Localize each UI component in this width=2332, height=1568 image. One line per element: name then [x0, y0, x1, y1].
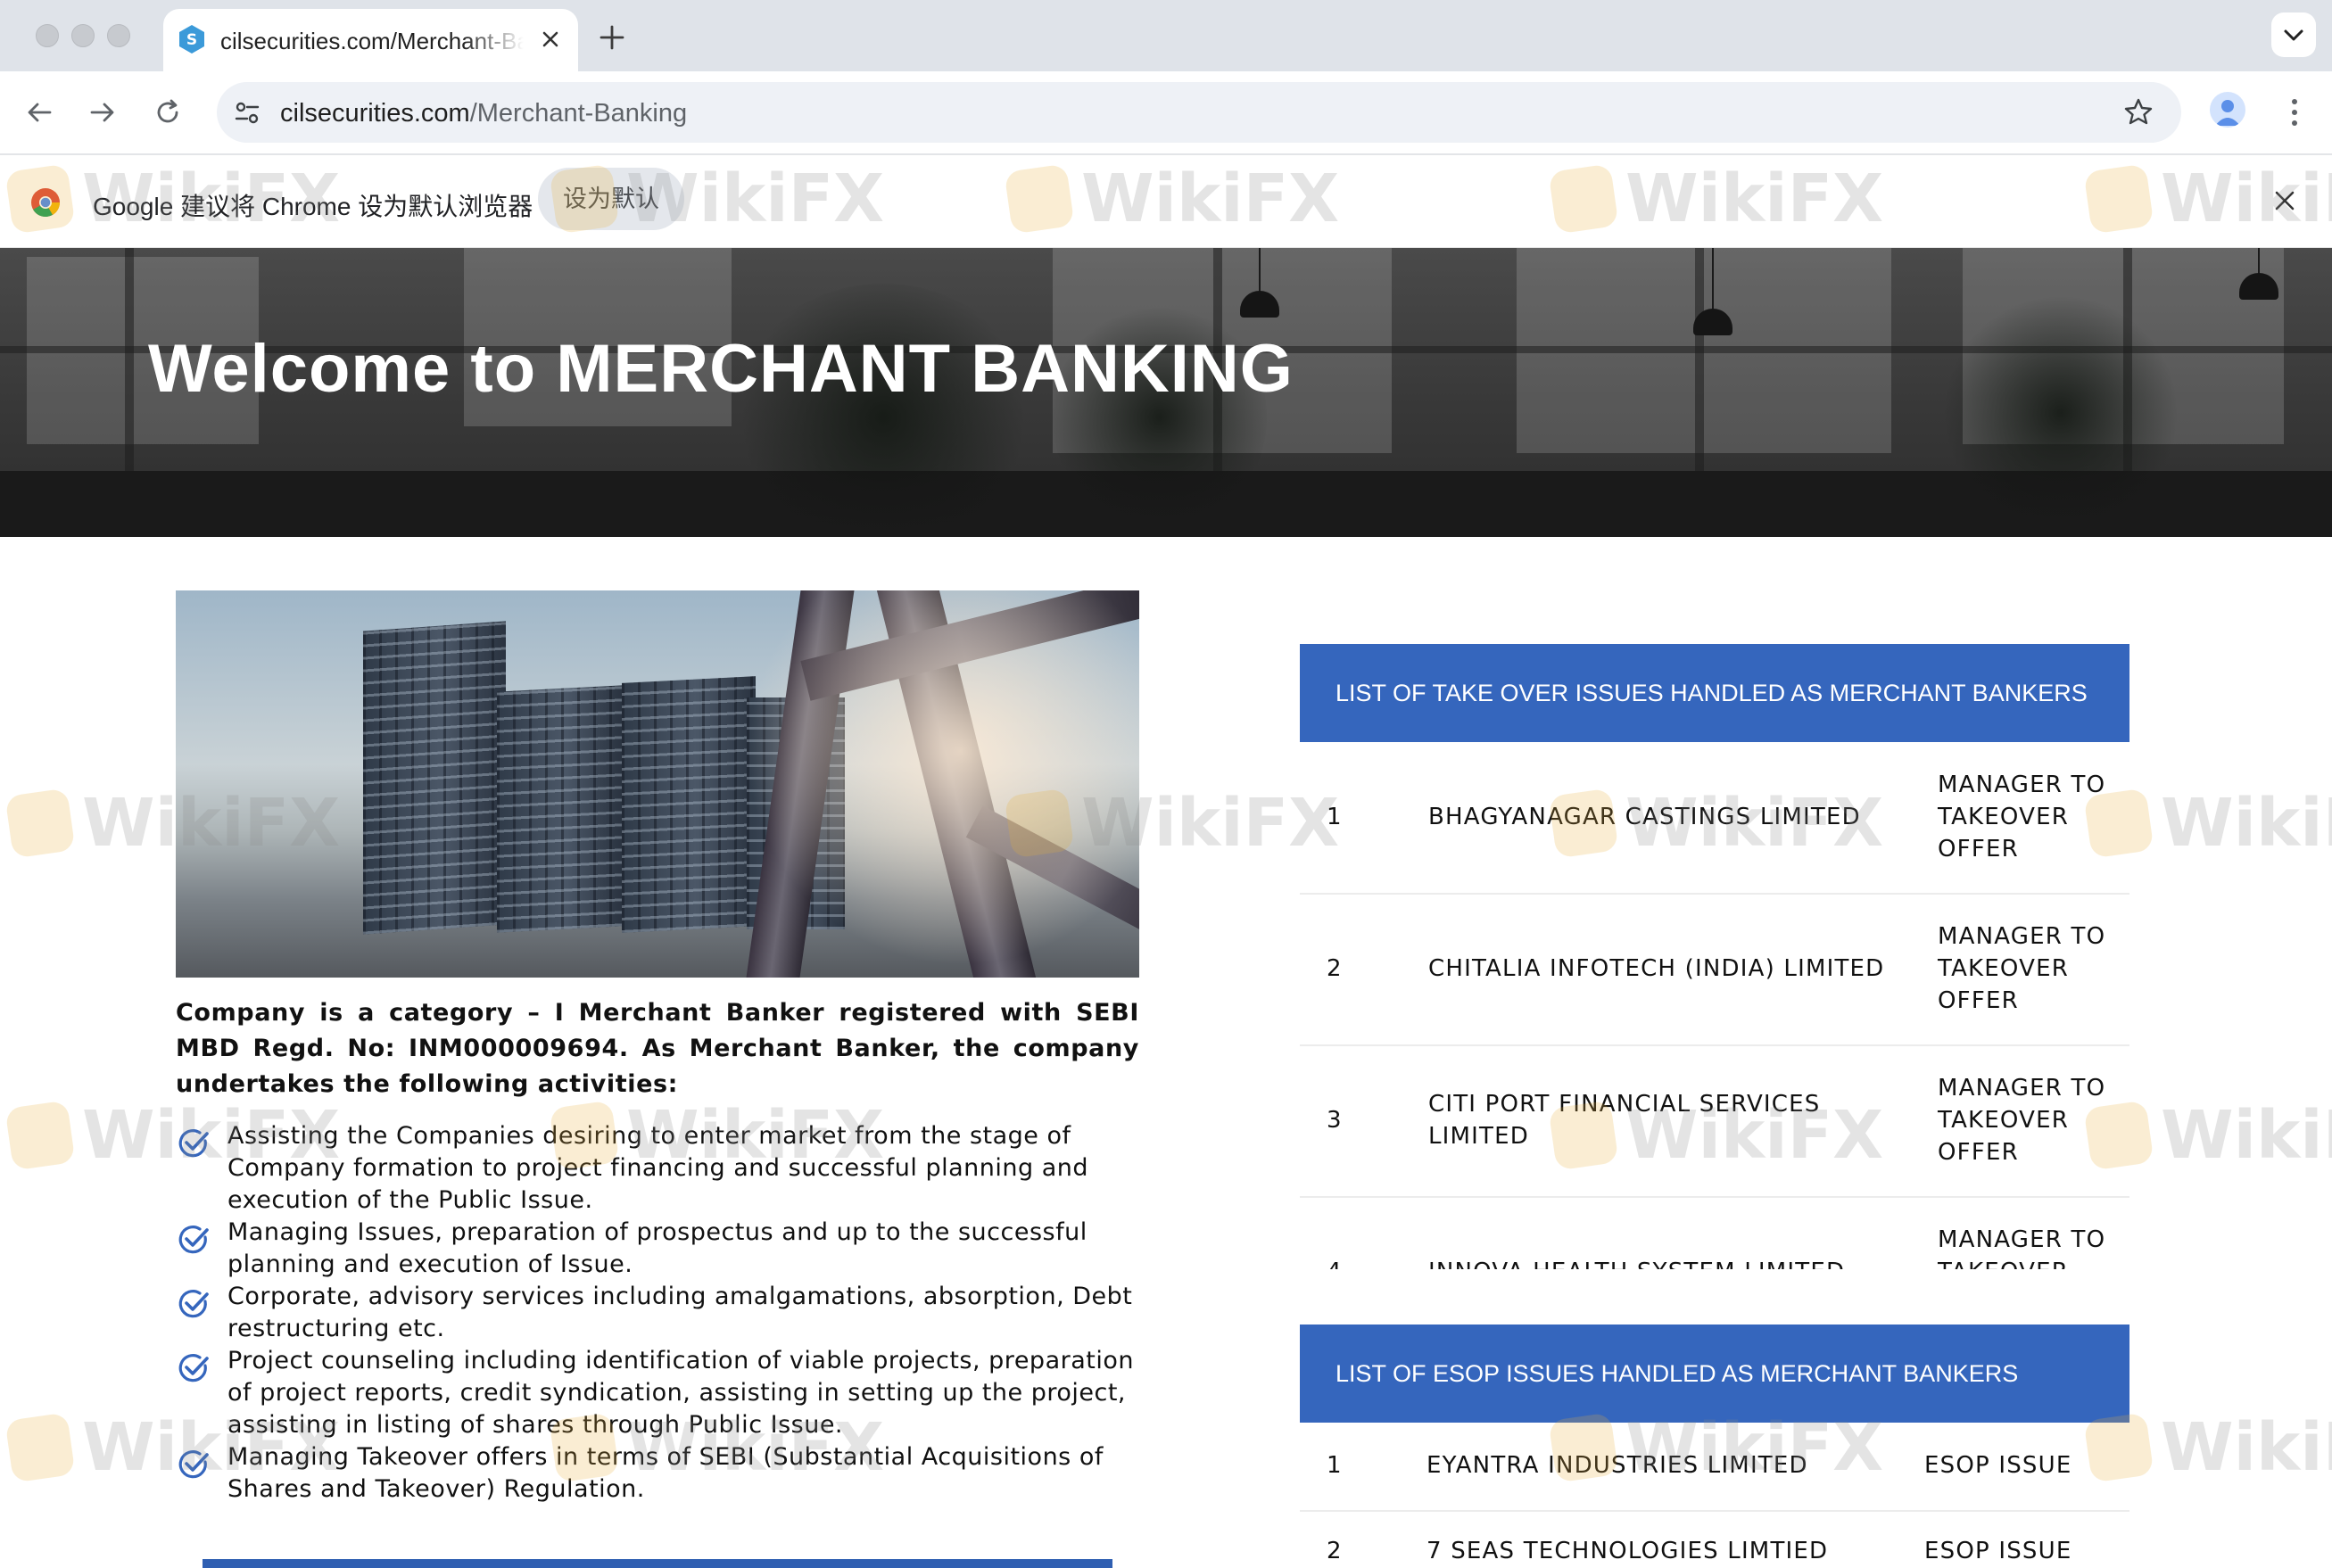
new-tab-icon[interactable]: [594, 20, 630, 55]
address-bar[interactable]: cilsecurities.com/Merchant-Banking: [217, 82, 2181, 143]
svg-text:S: S: [186, 31, 197, 49]
browser-toolbar: cilsecurities.com/Merchant-Banking: [0, 71, 2332, 155]
chrome-logo-icon: [31, 188, 61, 218]
takeover-table[interactable]: 1 BHAGYANAGAR CASTINGS LIMITED MANAGER T…: [1300, 743, 2129, 1269]
activity-text: Assisting the Companies desiring to ente…: [227, 1122, 1089, 1214]
watermark-logo-icon: [4, 788, 76, 859]
intro-paragraph: Company is a category – I Merchant Banke…: [176, 999, 1139, 1098]
buildings-photo: [176, 590, 1139, 978]
hero-mullion: [125, 248, 134, 471]
row-number: 1: [1327, 1452, 1343, 1479]
esop-table[interactable]: 1 EYANTRA INDUSTRIES LIMITED ESOP ISSUE …: [1300, 1423, 2129, 1568]
url-host: cilsecurities.com: [280, 99, 470, 128]
check-circle-icon: [178, 1226, 209, 1254]
infobar-message: Google 建议将 Chrome 设为默认浏览器: [93, 193, 533, 220]
issue-role: ESOP ISSUE: [1924, 1452, 2072, 1479]
issue-role: MANAGER TO TAKEOVER OFFER: [1938, 1226, 2106, 1269]
company-name: 7 SEAS TECHNOLOGIES LIMTIED: [1426, 1538, 1829, 1564]
person-icon: [2215, 100, 2240, 126]
set-default-button[interactable]: 设为默认: [538, 168, 684, 230]
activity-text: Managing Takeover offers in terms of SEB…: [227, 1443, 1104, 1503]
row-number: 1: [1327, 804, 1343, 830]
list-item: Project counseling including identificat…: [176, 1345, 1148, 1441]
activity-text: Managing Issues, preparation of prospect…: [227, 1218, 1087, 1278]
esop-list-heading: LIST OF ESOP ISSUES HANDLED AS MERCHANT …: [1300, 1325, 2129, 1423]
watermark-logo-icon: [4, 1412, 76, 1483]
hero-mullion: [1695, 248, 1704, 471]
activity-text: Project counseling including identificat…: [227, 1347, 1134, 1439]
company-name: EYANTRA INDUSTRIES LIMITED: [1426, 1452, 1808, 1479]
photo-building: [497, 685, 622, 933]
tab-search-button[interactable]: [2271, 12, 2316, 57]
reload-icon[interactable]: [150, 95, 186, 130]
bookmark-star-icon[interactable]: [2121, 95, 2156, 130]
page-title: Welcome to MERCHANT BANKING: [148, 330, 1294, 408]
hero-lamp-cord: [1712, 248, 1714, 310]
tab-strip: S cilsecurities.com/Merchant-Banking: [0, 0, 2332, 71]
close-tab-icon[interactable]: [536, 25, 565, 54]
list-item: Managing Issues, preparation of prospect…: [176, 1217, 1148, 1281]
check-circle-icon: [178, 1354, 209, 1382]
hero-lamp-cord: [1259, 248, 1261, 293]
table-row: 1 BHAGYANAGAR CASTINGS LIMITED MANAGER T…: [1300, 743, 2129, 895]
table-row: 2 CHITALIA INFOTECH (INDIA) LIMITED MANA…: [1300, 895, 2129, 1046]
table-row: 1 EYANTRA INDUSTRIES LIMITED ESOP ISSUE: [1300, 1423, 2129, 1512]
site-favicon-icon: S: [179, 25, 204, 54]
issue-role: MANAGER TO TAKEOVER OFFER: [1938, 1075, 2106, 1166]
row-number: 2: [1327, 955, 1343, 982]
site-info-icon[interactable]: [229, 95, 265, 130]
check-circle-icon: [178, 1290, 209, 1318]
row-number: 4: [1327, 1256, 1343, 1269]
hero-banner: Welcome to MERCHANT BANKING: [0, 248, 2332, 537]
window-minimize-control[interactable]: [71, 24, 95, 47]
page-title-prefix: Welcome to: [148, 331, 557, 407]
section-bar: [203, 1559, 1112, 1568]
row-number: 3: [1327, 1107, 1343, 1134]
profile-avatar[interactable]: [2210, 92, 2245, 128]
active-tab[interactable]: S cilsecurities.com/Merchant-Banking: [163, 9, 578, 71]
back-arrow-icon[interactable]: [21, 95, 57, 130]
url-text[interactable]: cilsecurities.com/Merchant-Banking: [280, 99, 687, 128]
more-options-icon[interactable]: [2277, 93, 2312, 132]
issue-role: MANAGER TO TAKEOVER OFFER: [1938, 772, 2106, 862]
window-zoom-control[interactable]: [107, 24, 130, 47]
list-item: Assisting the Companies desiring to ente…: [176, 1120, 1148, 1217]
table-row: 4 INNOVA HEALTH SYSTEM LIMITED MANAGER T…: [1300, 1198, 2129, 1269]
activity-text: Corporate, advisory services including a…: [227, 1283, 1133, 1342]
company-name: CITI PORT FINANCIAL SERVICES LIMITED: [1428, 1091, 1821, 1150]
table-row: 3 CITI PORT FINANCIAL SERVICES LIMITED M…: [1300, 1046, 2129, 1198]
chevron-down-icon: [2284, 29, 2303, 41]
photo-building: [363, 621, 506, 935]
takeover-list-heading: LIST OF TAKE OVER ISSUES HANDLED AS MERC…: [1300, 644, 2129, 742]
list-item: Managing Takeover offers in terms of SEB…: [176, 1441, 1148, 1506]
watermark-logo-icon: [4, 1100, 76, 1171]
hero-desk-row: [0, 471, 2332, 537]
company-name: CHITALIA INFOTECH (INDIA) LIMITED: [1428, 955, 1885, 982]
hero-lamp-cord: [2258, 248, 2260, 275]
check-circle-icon: [178, 1129, 209, 1158]
list-item: Corporate, advisory services including a…: [176, 1281, 1148, 1345]
window-close-control[interactable]: [36, 24, 59, 47]
default-browser-infobar: Google 建议将 Chrome 设为默认浏览器 设为默认: [0, 155, 2332, 248]
table-row: 2 7 SEAS TECHNOLOGIES LIMTIED ESOP ISSUE: [1300, 1512, 2129, 1568]
close-icon[interactable]: [2270, 186, 2300, 216]
url-path: /Merchant-Banking: [469, 99, 688, 128]
tab-title: cilsecurities.com/Merchant-Banking: [220, 28, 524, 54]
issue-role: ESOP ISSUE: [1924, 1538, 2072, 1564]
page-title-bold: MERCHANT BANKING: [556, 331, 1294, 407]
company-name: BHAGYANAGAR CASTINGS LIMITED: [1428, 804, 1861, 830]
forward-arrow-icon[interactable]: [85, 95, 120, 130]
row-number: 2: [1327, 1538, 1343, 1564]
activities-list: Assisting the Companies desiring to ente…: [176, 1120, 1148, 1506]
issue-role: MANAGER TO TAKEOVER OFFER: [1938, 923, 2106, 1014]
check-circle-icon: [178, 1450, 209, 1479]
company-name: INNOVA HEALTH SYSTEM LIMITED: [1428, 1256, 1892, 1269]
